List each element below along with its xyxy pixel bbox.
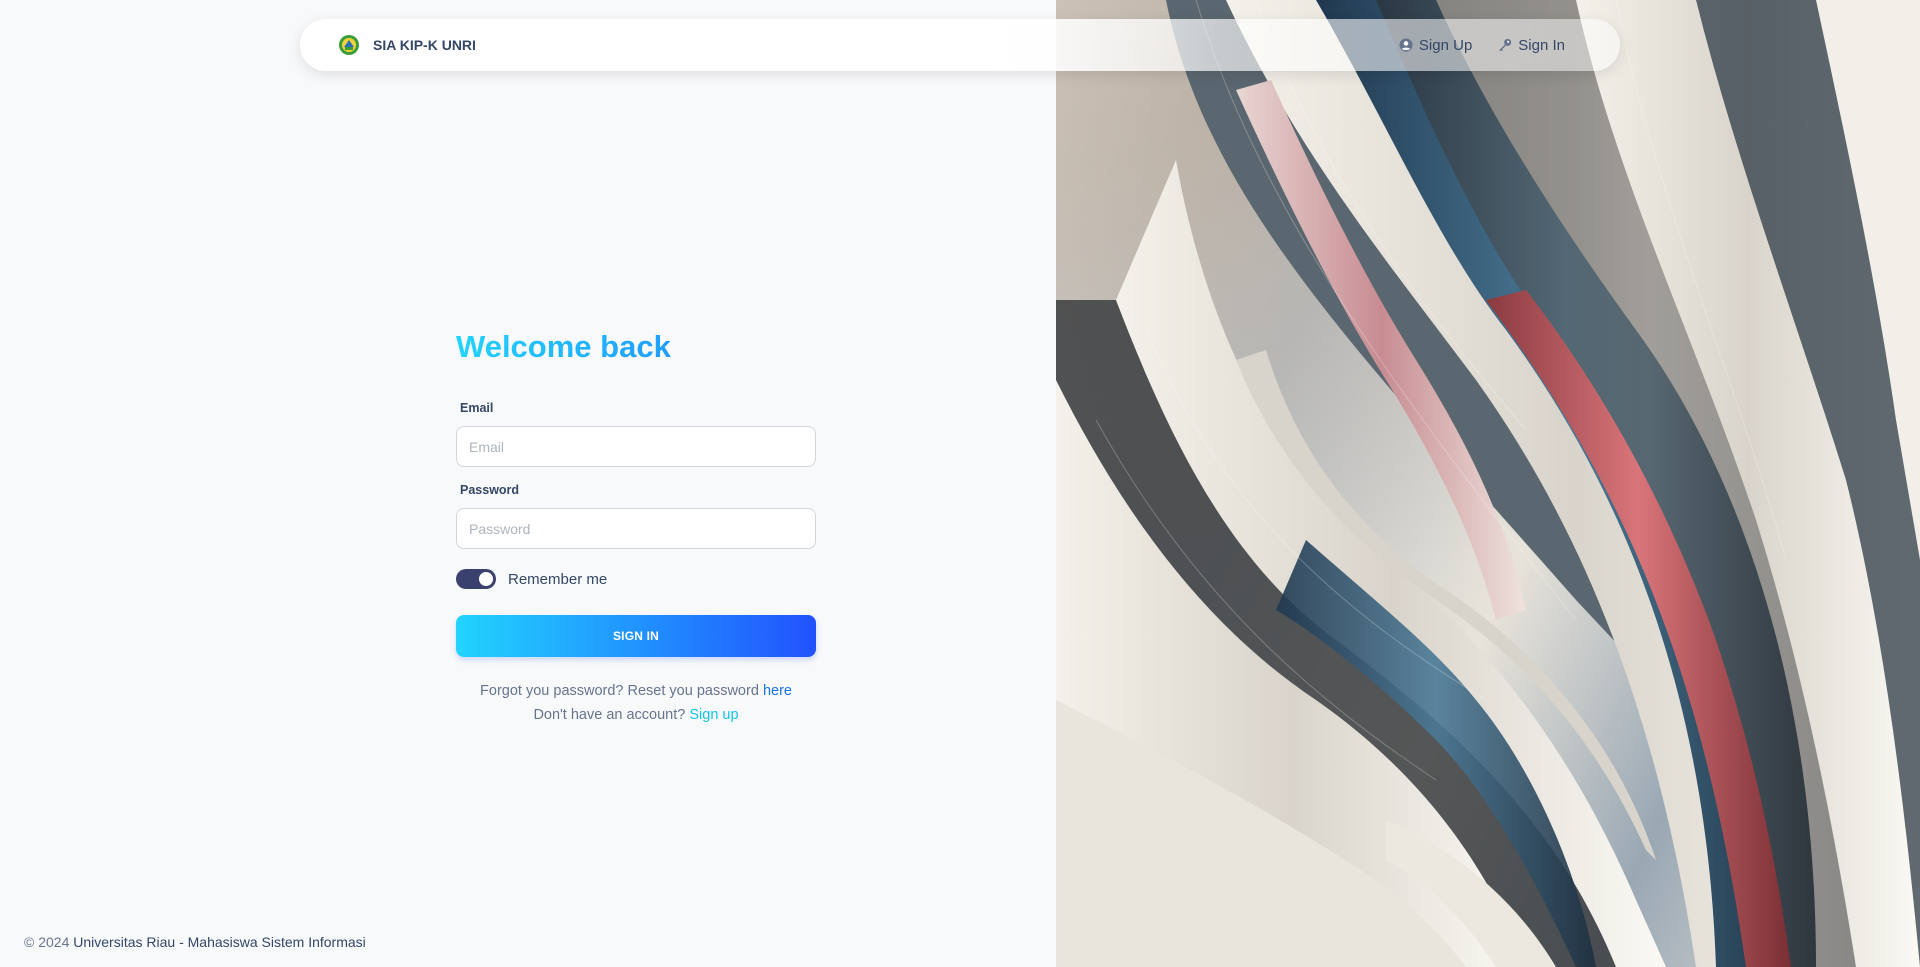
background-artwork bbox=[1056, 0, 1920, 967]
user-circle-icon bbox=[1399, 38, 1413, 52]
nav-links: Sign Up Sign In bbox=[1399, 37, 1565, 54]
forgot-password-text: Forgot you password? Reset you password bbox=[480, 683, 759, 699]
email-field[interactable] bbox=[456, 426, 816, 467]
password-label: Password bbox=[460, 483, 520, 497]
key-icon bbox=[1499, 38, 1512, 52]
remember-me-label: Remember me bbox=[508, 570, 608, 588]
nav-sign-in-link[interactable]: Sign In bbox=[1498, 37, 1565, 54]
helper-links: Forgot you password? Reset you password … bbox=[456, 679, 816, 727]
page-title: Welcome back bbox=[456, 323, 816, 371]
forgot-password-line: Forgot you password? Reset you password … bbox=[456, 679, 816, 703]
reset-password-link[interactable]: here bbox=[763, 683, 792, 699]
top-navbar: SIA KIP-K UNRI Sign Up Sign In bbox=[300, 19, 1620, 71]
nav-sign-up-link[interactable]: Sign Up bbox=[1399, 37, 1472, 54]
sign-up-link[interactable]: Sign up bbox=[689, 707, 738, 723]
sign-in-form: Welcome back Email Password Remember me … bbox=[456, 323, 816, 727]
password-field[interactable] bbox=[456, 508, 816, 549]
nav-sign-up-label: Sign Up bbox=[1418, 36, 1473, 54]
university-emblem-icon bbox=[339, 35, 359, 55]
abstract-waves-image bbox=[1056, 0, 1920, 967]
nav-sign-in-label: Sign In bbox=[1518, 36, 1565, 54]
brand[interactable]: SIA KIP-K UNRI bbox=[338, 34, 476, 56]
remember-me-toggle[interactable] bbox=[456, 569, 496, 589]
email-label: Email bbox=[460, 401, 494, 415]
copyright-text: © 2024 bbox=[24, 934, 70, 950]
footer: © 2024 Universitas Riau - Mahasiswa Sist… bbox=[24, 934, 366, 950]
remember-me-row: Remember me bbox=[456, 568, 816, 590]
footer-organization: Universitas Riau - Mahasiswa Sistem Info… bbox=[73, 934, 366, 950]
signup-line: Don't have an account? Sign up bbox=[456, 703, 816, 727]
toggle-knob bbox=[479, 572, 493, 586]
signup-prompt-text: Don't have an account? bbox=[533, 707, 686, 723]
brand-name: SIA KIP-K UNRI bbox=[373, 37, 476, 53]
sign-in-button[interactable]: SIGN IN bbox=[456, 615, 816, 657]
